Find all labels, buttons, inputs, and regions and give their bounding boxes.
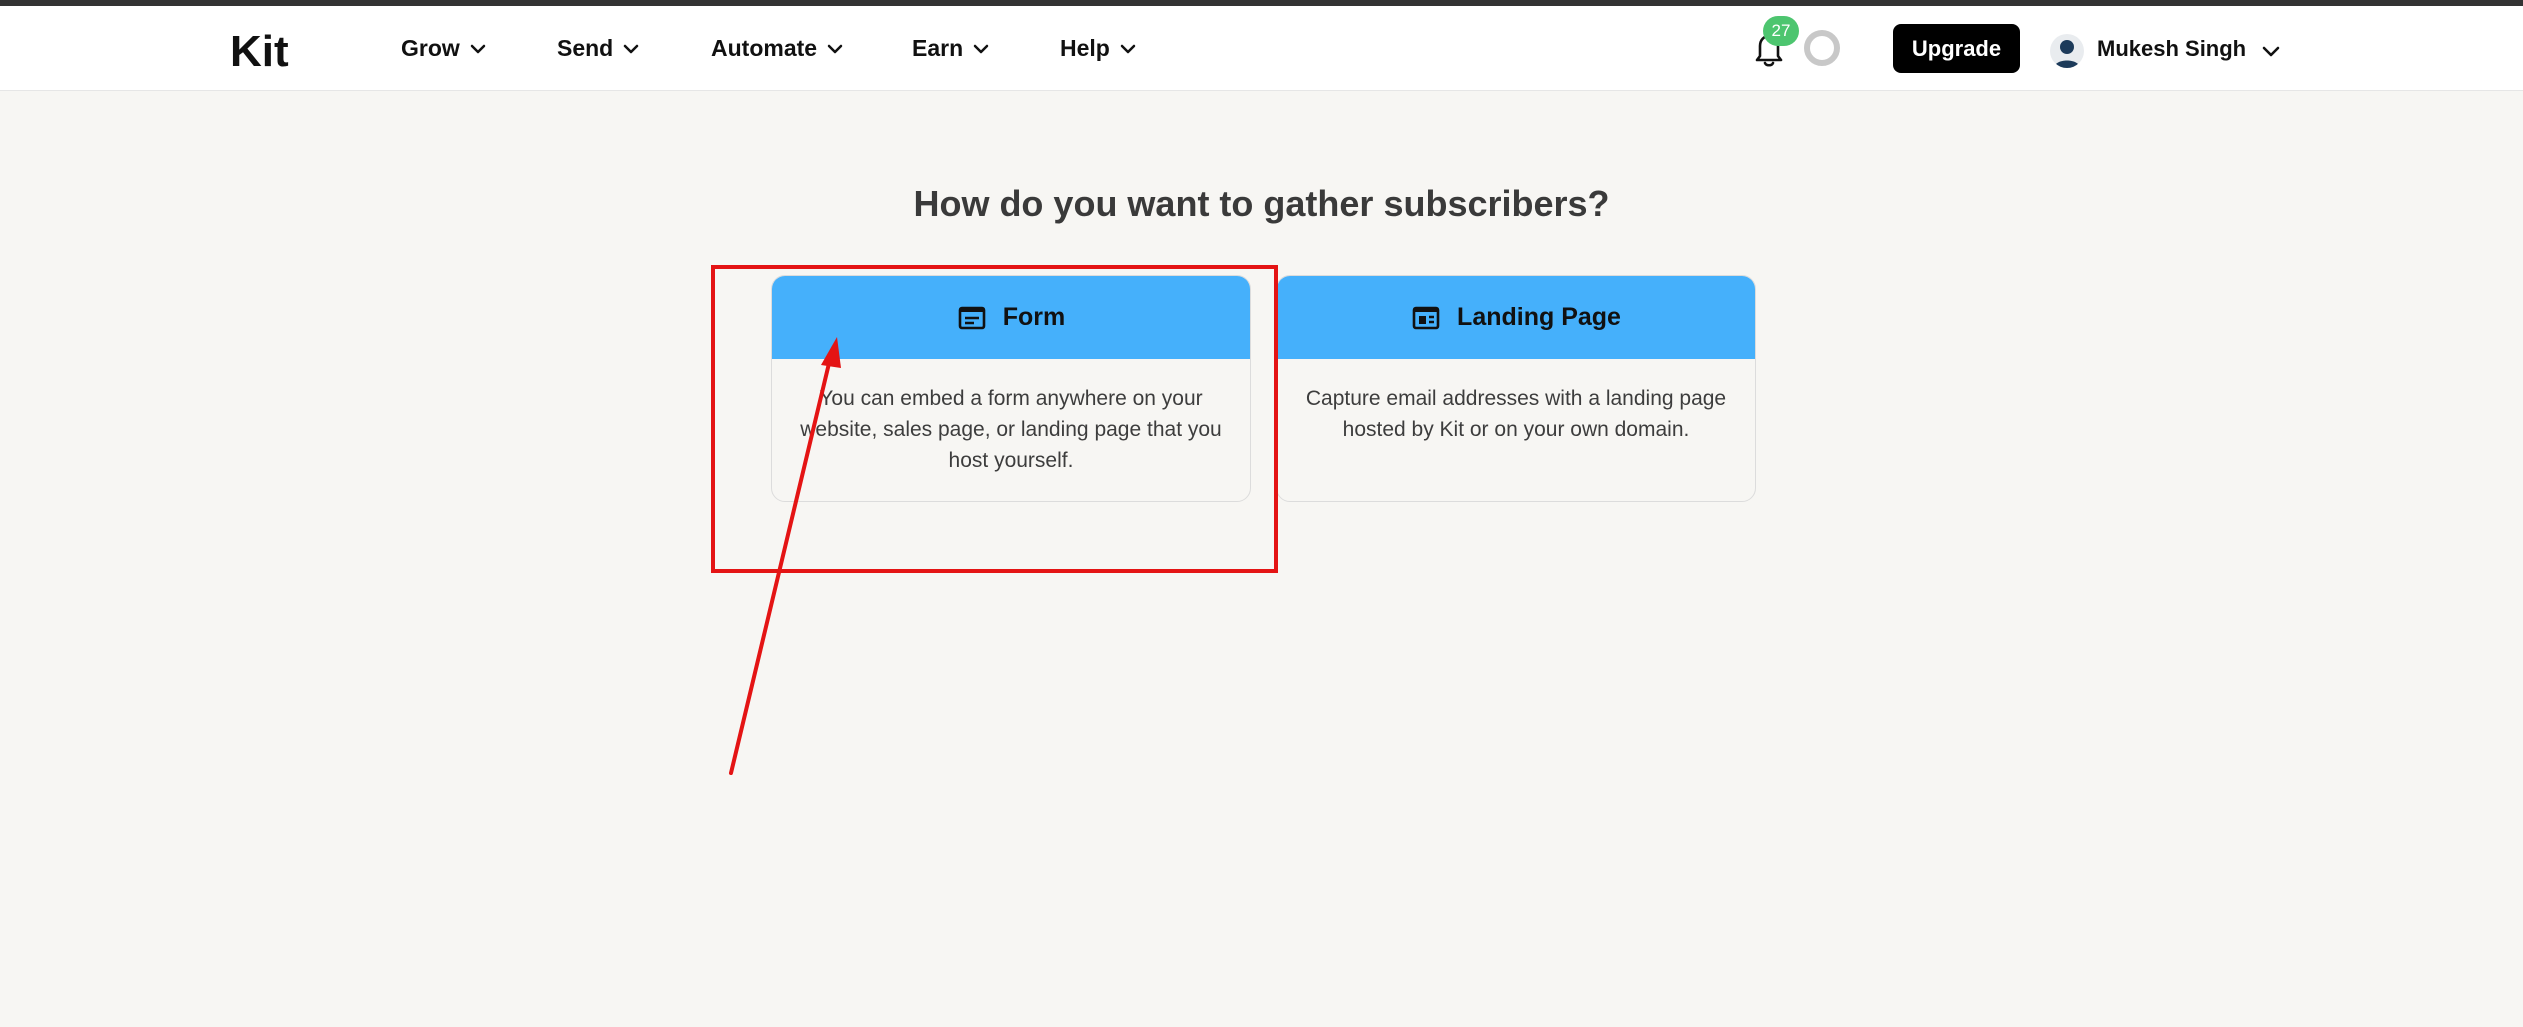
kit-logo[interactable]: Kit	[230, 28, 312, 72]
nav-help[interactable]: Help	[1060, 6, 1138, 91]
annotation-arrow-icon	[729, 337, 841, 775]
status-ring-icon[interactable]	[1804, 30, 1840, 66]
upgrade-button[interactable]: Upgrade	[1893, 24, 2020, 73]
chevron-down-icon[interactable]	[2260, 40, 2282, 62]
page-title: How do you want to gather subscribers?	[913, 183, 1610, 224]
nav-send-label: Send	[557, 35, 614, 61]
landing-page-icon	[1412, 306, 1440, 329]
top-navbar: Kit Grow Send Automate Earn Help 27 Upgr…	[0, 6, 2523, 91]
chevron-down-icon	[623, 44, 639, 53]
user-avatar-icon	[2054, 40, 2080, 68]
chevron-down-icon	[1120, 44, 1136, 53]
chevron-down-icon	[973, 44, 989, 53]
nav-send[interactable]: Send	[557, 6, 641, 91]
nav-automate[interactable]: Automate	[711, 6, 845, 91]
chevron-down-icon	[470, 44, 486, 53]
nav-grow[interactable]: Grow	[401, 6, 488, 91]
landing-page-option-card[interactable]: Landing Page Capture email addresses wit…	[1276, 275, 1756, 502]
form-option-header[interactable]: Form	[772, 276, 1250, 359]
form-option-title: Form	[1002, 303, 1066, 331]
landing-page-option-header[interactable]: Landing Page	[1277, 276, 1755, 359]
nav-earn-label: Earn	[912, 35, 964, 61]
notification-count-badge: 27	[1763, 16, 1799, 46]
form-icon	[958, 306, 986, 329]
avatar[interactable]	[2050, 34, 2084, 68]
nav-grow-label: Grow	[401, 35, 460, 61]
chevron-down-icon	[827, 44, 843, 53]
form-option-description: You can embed a form anywhere on your we…	[800, 387, 1222, 472]
landing-page-option-description: Capture email addresses with a landing p…	[1305, 387, 1727, 441]
nav-automate-label: Automate	[711, 35, 818, 61]
nav-earn[interactable]: Earn	[912, 6, 991, 91]
landing-page-option-title: Landing Page	[1457, 303, 1621, 331]
user-name[interactable]: Mukesh Singh	[2097, 6, 2246, 91]
nav-help-label: Help	[1060, 35, 1110, 61]
form-option-card[interactable]: Form You can embed a form anywhere on yo…	[771, 275, 1251, 502]
svg-text:Kit: Kit	[230, 28, 289, 72]
